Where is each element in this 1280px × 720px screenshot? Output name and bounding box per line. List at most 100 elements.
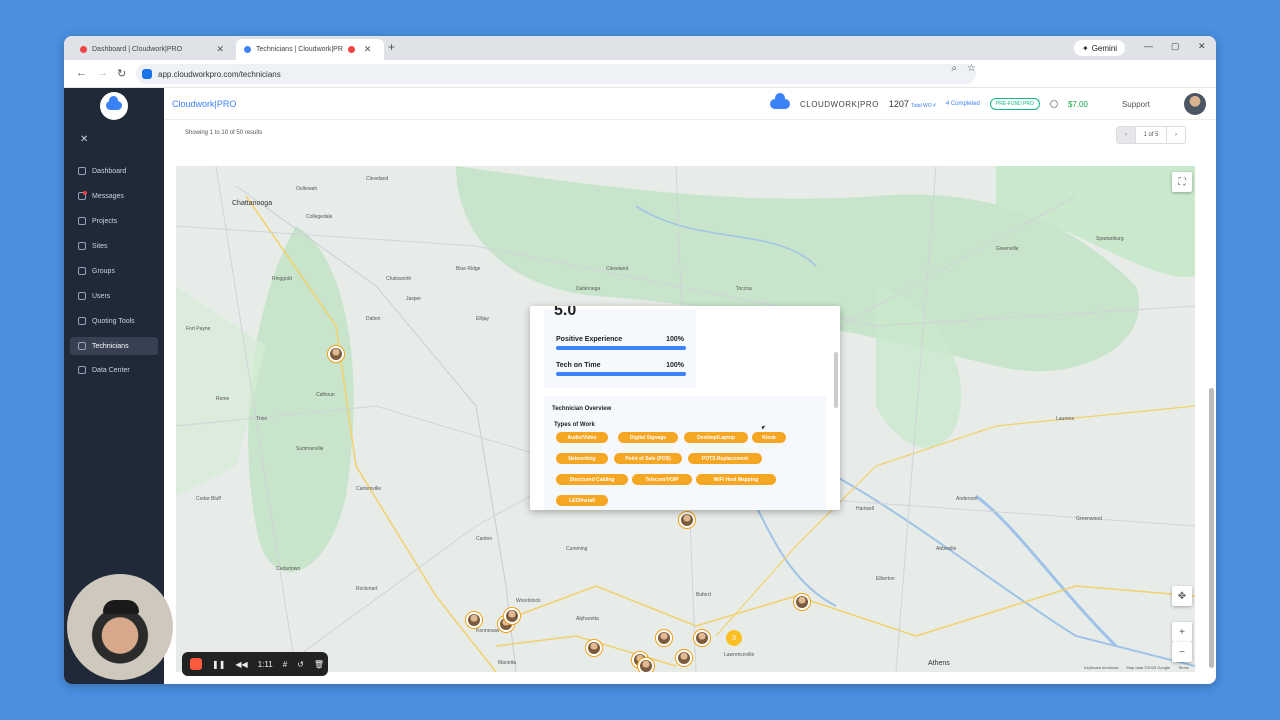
technician-pin[interactable] — [328, 346, 344, 362]
map-attribution: Keyboard shortcuts Map data ©2025 Google… — [1084, 665, 1189, 670]
maximize-icon[interactable]: ▢ — [1171, 41, 1180, 52]
work-type-chip[interactable]: Desktop/Laptop — [684, 432, 748, 443]
technician-pin[interactable] — [794, 594, 810, 610]
restart-icon[interactable]: ↺ — [297, 660, 304, 669]
keyboard-shortcuts-link[interactable]: Keyboard shortcuts — [1084, 665, 1118, 670]
zoom-in-button[interactable]: + — [1172, 622, 1192, 642]
sidebar-item-dashboard[interactable]: Dashboard — [70, 162, 158, 180]
back-arrow-icon[interactable]: ← — [76, 67, 87, 79]
progress-fill — [556, 346, 686, 350]
map-city-label: Spartanburg — [1096, 236, 1124, 242]
rewind-icon[interactable]: ◀◀ — [235, 660, 247, 669]
progress-bar — [556, 346, 686, 350]
technician-pin[interactable] — [679, 512, 695, 528]
sidebar-item-projects[interactable]: Projects — [70, 212, 158, 230]
sidebar-item-quoting-tools[interactable]: Quoting Tools — [70, 312, 158, 330]
work-type-chip[interactable]: Networking — [556, 453, 608, 464]
support-link[interactable]: Support — [1122, 100, 1150, 109]
url-field[interactable]: app.cloudworkpro.com/technicians — [136, 64, 976, 84]
sidebar-item-label: Users — [92, 292, 111, 300]
trash-icon[interactable]: 🗑 — [314, 660, 324, 669]
results-row: Showing 1 to 10 of 50 results ‹ 1 of 5 › — [164, 122, 1216, 148]
technician-map[interactable]: Chattanooga Ooltewah Collegedale Cleveland R… — [176, 166, 1195, 672]
user-avatar[interactable] — [1184, 93, 1206, 115]
map-city-label: Abbeville — [936, 546, 957, 552]
technician-pin[interactable] — [694, 630, 710, 646]
map-city-label: Cleveland — [606, 266, 629, 272]
sidebar-item-messages[interactable]: Messages — [70, 187, 158, 205]
hash-icon — [78, 267, 86, 275]
gemini-label: Gemini — [1091, 43, 1118, 53]
close-icon[interactable]: ✕ — [364, 44, 372, 55]
work-type-chip[interactable]: Structured Cabling — [556, 474, 628, 485]
popup-scrollbar[interactable] — [834, 352, 838, 408]
sidebar-item-label: Sites — [92, 242, 108, 250]
technician-pin[interactable] — [466, 612, 482, 628]
grid-icon[interactable]: # — [283, 660, 287, 669]
work-orders-stat[interactable]: 1207 Total WO # — [889, 99, 936, 109]
main-panel: Cloudwork|PRO CLOUDWORK|PRO 1207 Total W… — [164, 88, 1216, 684]
map-cluster[interactable]: 3 — [726, 630, 742, 646]
work-type-chip[interactable]: Audio/Video — [556, 432, 608, 443]
map-city-label: Blue Ridge — [456, 266, 481, 272]
brand-title[interactable]: Cloudwork|PRO — [172, 99, 236, 109]
terms-link[interactable]: Terms — [1178, 665, 1189, 670]
work-type-chip[interactable]: Point of Sale (POS) — [614, 453, 682, 464]
sidebar-item-label: Projects — [92, 217, 118, 225]
sidebar-item-technicians[interactable]: Technicians — [70, 337, 158, 355]
results-summary: Showing 1 to 10 of 50 results — [185, 130, 263, 136]
camera-control-icon[interactable]: ✥ — [1172, 586, 1192, 606]
new-tab-button[interactable]: + — [388, 40, 395, 54]
header-logo-text: CLOUDWORK|PRO — [800, 99, 879, 109]
technician-pin[interactable] — [656, 630, 672, 646]
map-city-label: Laurens — [1056, 416, 1075, 422]
next-page-button[interactable]: › — [1167, 127, 1185, 143]
info-icon[interactable] — [1049, 100, 1058, 108]
tab-technicians[interactable]: Technicians | Cloudwork|PR ✕ — [236, 39, 384, 60]
work-type-chip[interactable]: Digital Signage — [618, 432, 678, 443]
reload-icon[interactable]: ↻ — [117, 67, 126, 80]
stop-recording-button[interactable] — [190, 658, 202, 670]
technician-pin[interactable] — [676, 650, 692, 666]
sidebar-item-data-center[interactable]: Data Center — [70, 361, 158, 379]
work-type-chip[interactable]: Telecom/VOIP — [632, 474, 692, 485]
prefund-badge[interactable]: PRE-FUND PRO — [989, 98, 1040, 110]
close-window-icon[interactable]: ✕ — [1198, 41, 1206, 52]
home-icon — [78, 167, 86, 175]
app-logo[interactable] — [100, 92, 128, 120]
completed-stat[interactable]: 4 Completed — [946, 101, 980, 107]
map-city-label: Anderson — [956, 496, 978, 502]
stat-value: 100% — [666, 362, 684, 369]
work-type-chip[interactable]: WiFi Heat Mapping — [696, 474, 776, 485]
map-city-label: Chattanooga — [232, 200, 273, 207]
work-type-chip[interactable]: Kiosk — [752, 432, 786, 443]
technician-info-popup: 5.0 Positive Experience 100% Tech on Tim… — [530, 306, 840, 510]
map-city-label: Collegedale — [306, 214, 333, 220]
zoom-out-button[interactable]: − — [1172, 642, 1192, 662]
types-title: Types of Work — [554, 422, 595, 428]
sidebar-item-users[interactable]: Users — [70, 287, 158, 305]
close-sidebar-icon[interactable]: ✕ — [80, 134, 88, 145]
technician-pin[interactable] — [586, 640, 602, 656]
technician-pin[interactable] — [504, 608, 520, 624]
gemini-button[interactable]: ✦ Gemini — [1074, 40, 1126, 56]
work-type-chip[interactable]: POTS Replacement — [688, 453, 762, 464]
sidebar-item-groups[interactable]: Groups — [70, 262, 158, 280]
pause-icon[interactable]: ❚❚ — [212, 660, 225, 669]
close-icon[interactable]: ✕ — [216, 44, 224, 55]
map-city-label: Woodstock — [516, 598, 541, 604]
work-type-chip[interactable]: LED/Install — [556, 495, 608, 506]
bookmark-star-icon[interactable]: ☆ — [967, 63, 976, 74]
tab-dashboard[interactable]: Dashboard | Cloudwork|PRO ✕ — [72, 39, 232, 60]
notification-dot — [83, 191, 87, 195]
technician-pin[interactable] — [638, 658, 654, 672]
forward-arrow-icon[interactable]: → — [97, 67, 108, 79]
page-scrollbar[interactable] — [1209, 388, 1214, 668]
fullscreen-icon[interactable]: ⛶ — [1172, 172, 1192, 192]
sidebar-item-sites[interactable]: Sites — [70, 237, 158, 255]
prev-page-button[interactable]: ‹ — [1117, 127, 1135, 143]
map-city-label: Chatsworth — [386, 276, 412, 282]
zoom-icon[interactable]: ⌕ — [951, 63, 957, 74]
site-info-icon[interactable] — [142, 69, 152, 79]
minimize-icon[interactable]: — — [1144, 41, 1153, 51]
